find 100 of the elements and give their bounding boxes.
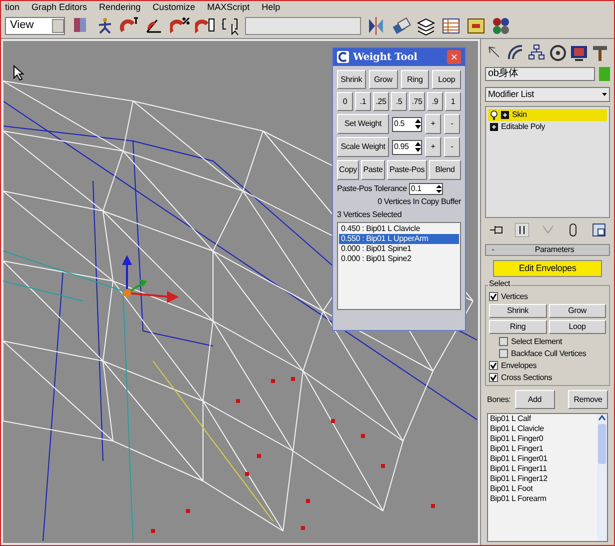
bone-list[interactable]: Bip01 L Calf Bip01 L Clavicle Bip01 L Finger0 Bip01 L Finger1 Bip01 L Finger01 Bip01 L Finger11 Bip01 L Finger12 Bip01 L Foot Bip01 L Forearm <box>487 413 608 542</box>
weight-button[interactable]: Scale Weight <box>337 137 389 157</box>
window-title: Weight Tool <box>353 50 418 64</box>
edit-envelopes-button[interactable]: Edit Envelopes <box>493 260 602 277</box>
object-color-swatch[interactable] <box>599 67 610 81</box>
select-button[interactable]: Shrink <box>489 304 546 318</box>
add-bone-button[interactable]: Add <box>514 390 555 409</box>
checkbox-label: Select Element <box>511 338 562 346</box>
bone-list-item[interactable]: Bip01 L Finger01 <box>490 454 597 464</box>
schematic-icon[interactable] <box>466 16 486 36</box>
wheel-icon[interactable] <box>548 43 567 62</box>
weight-list-item[interactable]: 0.000 : Bip01 Spine1 <box>339 244 459 254</box>
spinner-field[interactable]: 0.95 <box>392 140 422 154</box>
bone-list-item[interactable]: Bip01 L Clavicle <box>490 424 597 434</box>
decrease-button[interactable]: - <box>444 137 460 157</box>
modifier-stack-item[interactable]: Skin <box>488 109 607 121</box>
checkbox[interactable] <box>499 349 508 358</box>
weight-preset-button[interactable]: .25 <box>373 92 389 111</box>
menu-item[interactable]: Customize <box>152 2 196 12</box>
cursor-icon <box>13 65 25 81</box>
mirror-icon[interactable] <box>366 16 386 36</box>
decrease-button[interactable]: - <box>444 114 460 134</box>
light-bulb-icon <box>490 110 498 120</box>
configure-sets-icon[interactable] <box>592 223 606 237</box>
checkbox[interactable] <box>489 373 498 382</box>
group-title: Select <box>488 280 512 288</box>
named-selection-icon[interactable] <box>220 16 240 36</box>
object-name-field[interactable]: ob身体 <box>485 67 595 81</box>
menu-item[interactable]: Rendering <box>99 2 141 12</box>
view-dropdown[interactable]: View <box>5 16 65 34</box>
scroll-thumb[interactable] <box>598 424 606 464</box>
bones-label: Bones: <box>487 396 511 404</box>
select-button[interactable]: Ring <box>489 320 546 334</box>
curve-icon[interactable] <box>506 43 525 62</box>
weight-preset-button[interactable]: .5 <box>391 92 407 111</box>
bone-list-item[interactable]: Bip01 L Finger11 <box>490 464 597 474</box>
bone-list-item[interactable]: Bip01 L Finger1 <box>490 444 597 454</box>
checkbox[interactable] <box>489 292 498 301</box>
select-button[interactable]: Loop <box>432 70 461 89</box>
material-editor-icon[interactable] <box>491 16 511 36</box>
spinner-arrows-icon <box>415 141 421 153</box>
expand-plus-icon <box>490 123 498 131</box>
modifier-stack-item[interactable]: Editable Poly <box>488 121 607 133</box>
modifier-stack[interactable]: Skin Editable Poly <box>485 106 610 218</box>
bone-list-item[interactable]: Bip01 L Foot <box>490 484 597 494</box>
menu-item[interactable]: MAXScript <box>207 2 250 12</box>
check-icon <box>490 293 497 300</box>
hierarchy-icon[interactable] <box>527 43 546 62</box>
increase-button[interactable]: + <box>425 137 441 157</box>
bone-list-item[interactable]: Bip01 L Forearm <box>490 494 597 504</box>
weight-preset-button[interactable]: .9 <box>427 92 443 111</box>
checkbox-label: Cross Sections <box>501 374 552 382</box>
close-button[interactable]: × <box>447 50 461 64</box>
align-icon[interactable] <box>391 16 411 36</box>
bone-list-item[interactable]: Bip01 L Finger12 <box>490 474 597 484</box>
weight-preset-button[interactable]: 1 <box>445 92 461 111</box>
copy-buffer-status: 0 Vertices In Copy Buffer <box>376 198 461 206</box>
menu-item[interactable]: Graph Editors <box>32 2 88 12</box>
checkbox[interactable] <box>499 337 508 346</box>
scrollbar[interactable] <box>597 414 607 541</box>
copy-paste-button[interactable]: Paste-Pos <box>387 160 427 180</box>
menu-item[interactable]: Help <box>262 2 280 12</box>
checkbox-label: Vertices <box>501 292 528 300</box>
display-icon[interactable] <box>569 43 588 62</box>
select-button[interactable]: Shrink <box>337 70 366 89</box>
copy-paste-button[interactable]: Paste <box>361 160 385 180</box>
checkbox[interactable] <box>489 361 498 370</box>
weight-list-item[interactable]: 0.000 : Bip01 Spine2 <box>339 254 459 264</box>
selection-set-field[interactable] <box>245 16 361 34</box>
increase-button[interactable]: + <box>425 114 441 134</box>
weight-preset-button[interactable]: .75 <box>409 92 425 111</box>
show-end-result-icon[interactable] <box>514 223 529 237</box>
pin-icon[interactable] <box>489 223 503 237</box>
app-logo-icon <box>337 51 349 63</box>
weight-list-item[interactable]: 0.550 : Bip01 L UpperArm <box>339 234 459 244</box>
copy-paste-button[interactable]: Copy <box>337 160 359 180</box>
weight-list-item[interactable]: 0.450 : Bip01 L Clavicle <box>339 224 459 234</box>
weight-list[interactable]: 0.450 : Bip01 L Clavicle 0.550 : Bip01 L UpperArm 0.000 : Bip01 Spine1 0.000 : Bip01 Spine2 <box>337 222 461 310</box>
bone-list-item[interactable]: Bip01 L Calf <box>490 414 597 424</box>
modifier-list-dropdown[interactable]: Modifier List <box>485 87 610 102</box>
select-button[interactable]: Ring <box>400 70 430 89</box>
copy-paste-button[interactable]: Blend <box>429 160 461 180</box>
weight-preset-button[interactable]: 0 <box>337 92 353 111</box>
bone-list-item[interactable]: Bip01 L Finger0 <box>490 434 597 444</box>
tolerance-field[interactable]: 0.1 <box>408 183 443 195</box>
percent-snap-icon[interactable] <box>170 16 190 36</box>
remove-bone-button[interactable]: Remove <box>568 390 608 409</box>
select-button[interactable]: Grow <box>368 70 398 89</box>
hammer-icon[interactable] <box>590 43 609 62</box>
spinner-snap-icon[interactable] <box>195 16 215 36</box>
menu-item[interactable]: tion <box>5 2 20 12</box>
select-button[interactable]: Grow <box>548 304 606 318</box>
weight-preset-button[interactable]: .1 <box>355 92 371 111</box>
weight-button[interactable]: Set Weight <box>337 114 389 134</box>
spinner-field[interactable]: 0.5 <box>392 116 422 132</box>
layers-icon[interactable] <box>416 16 436 36</box>
track-view-icon[interactable] <box>441 16 461 36</box>
checkbox-label: Backface Cull Vertices <box>511 350 586 358</box>
select-button[interactable]: Loop <box>548 320 606 334</box>
rollout-header[interactable]: - Parameters <box>485 244 610 256</box>
